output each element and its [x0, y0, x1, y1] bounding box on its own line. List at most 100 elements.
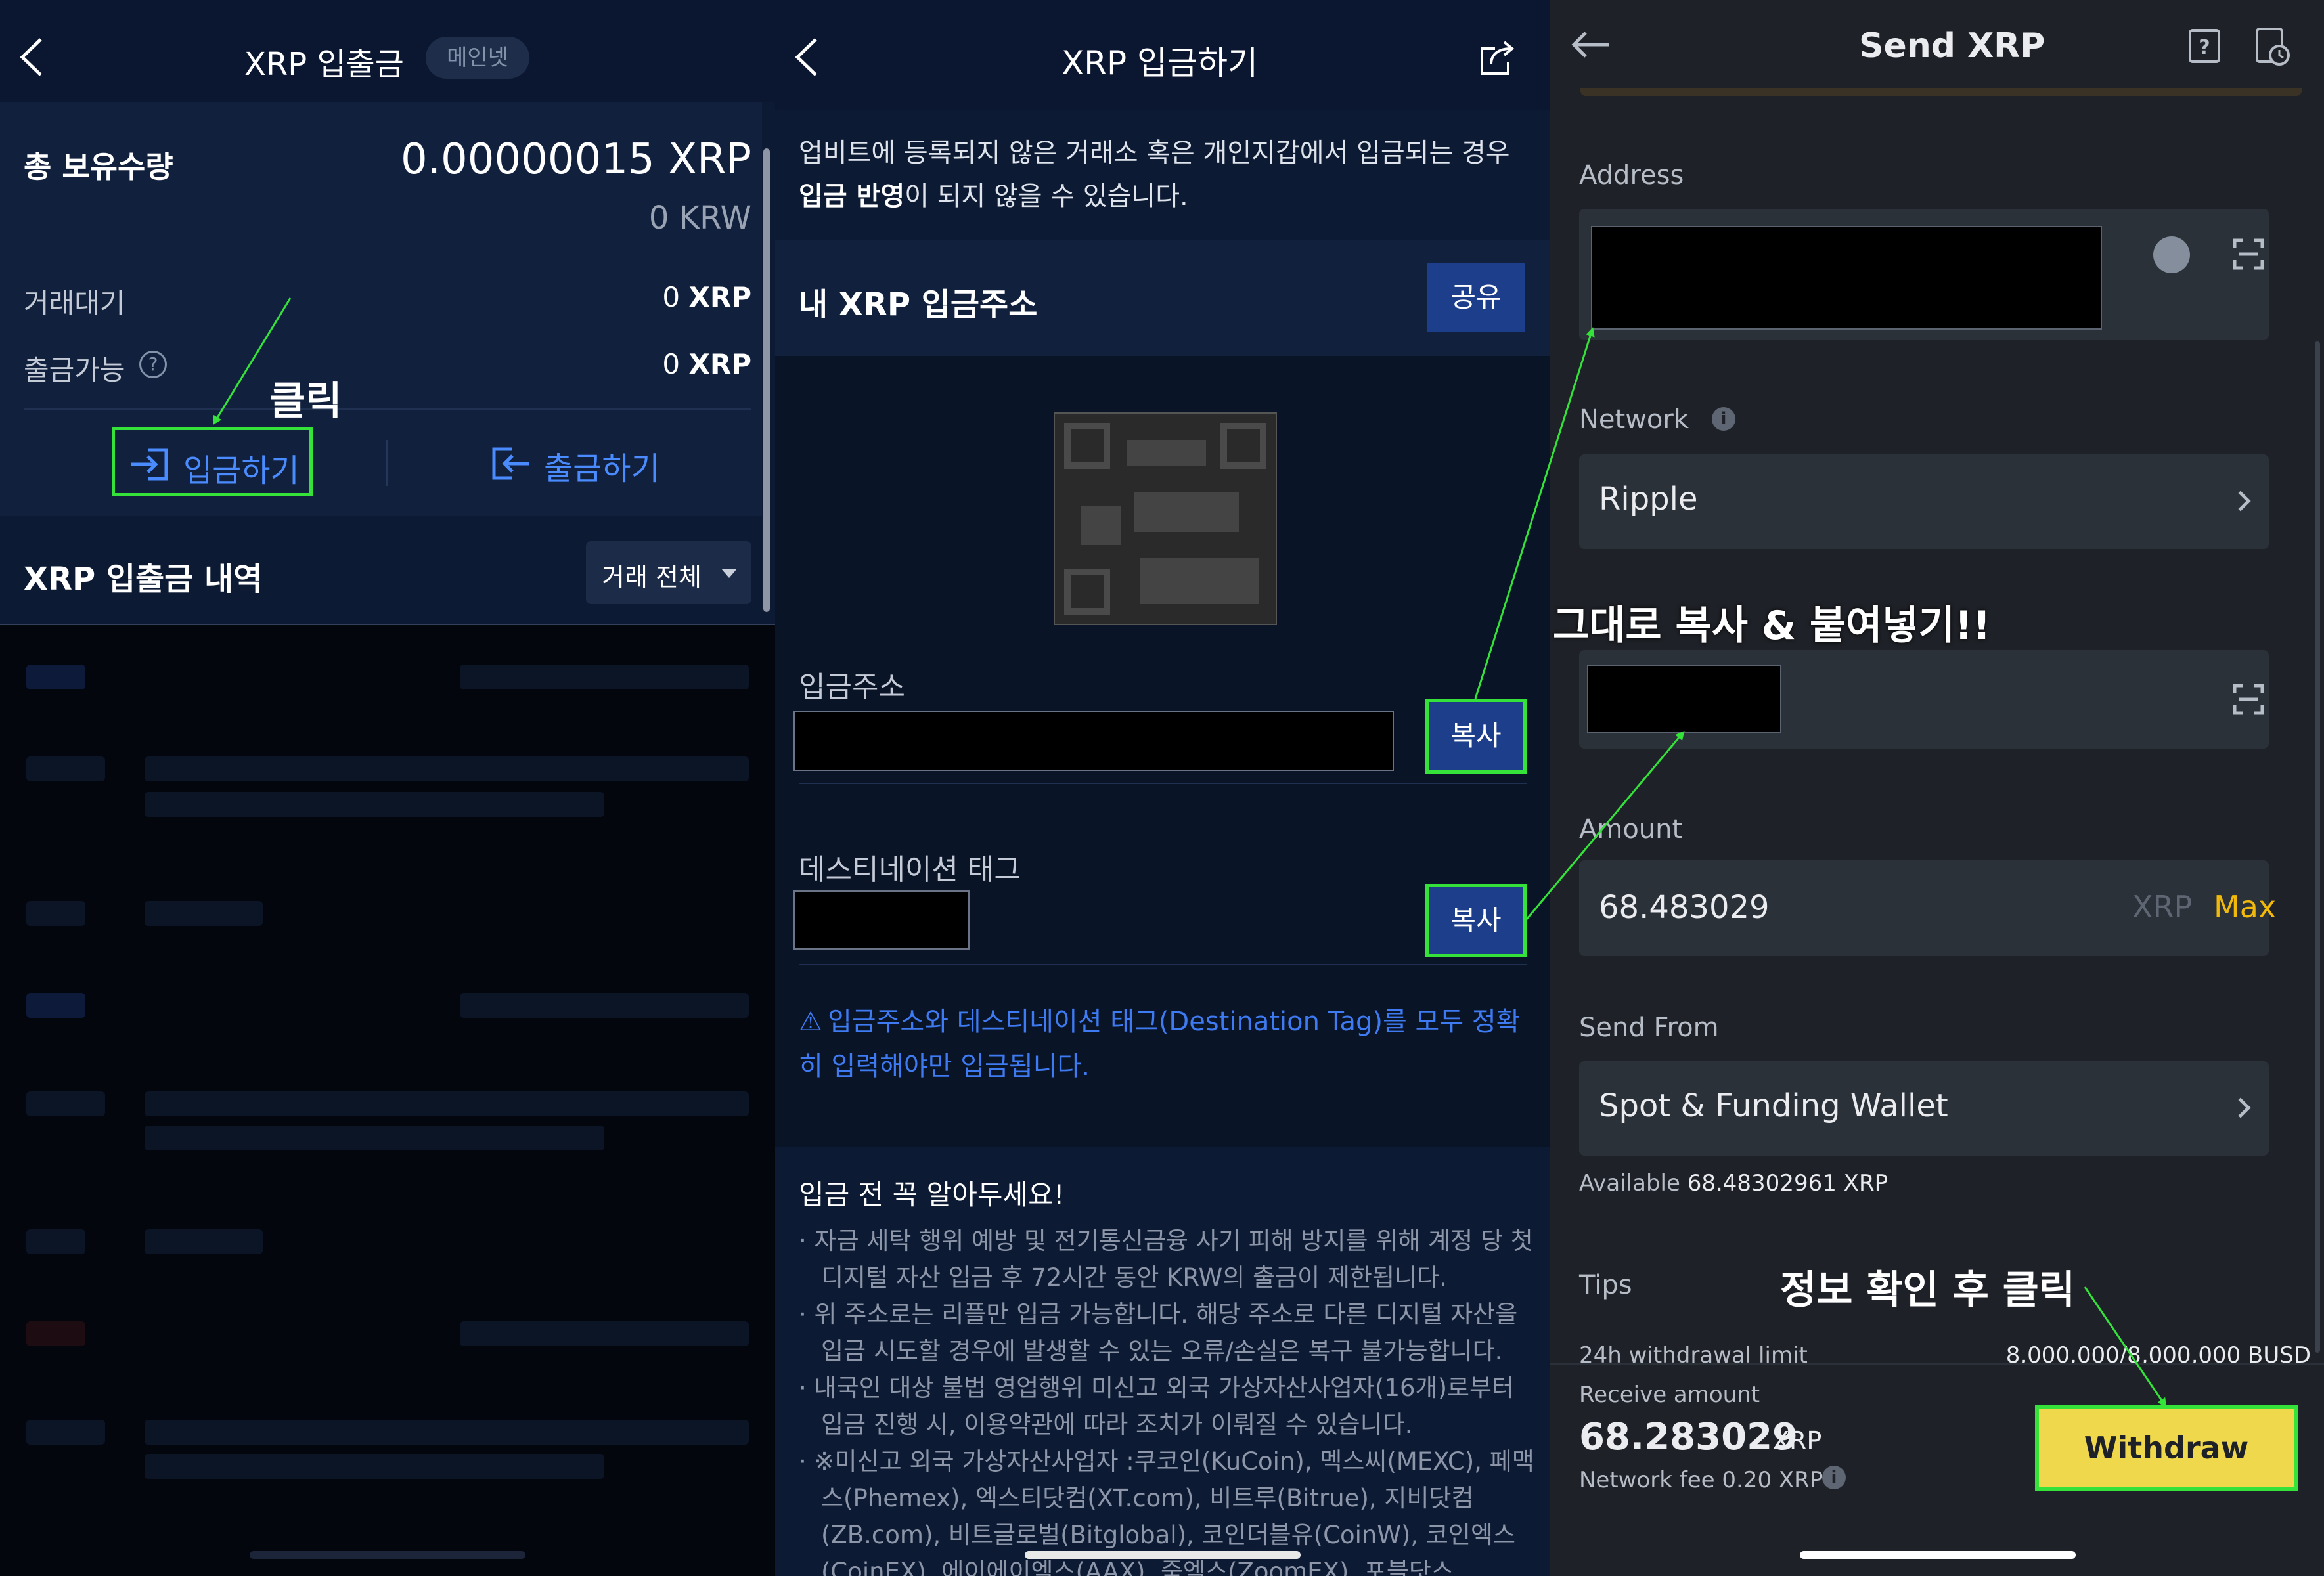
page-title: XRP 입금하기 — [1061, 44, 1259, 82]
receive-amount-unit: XRP — [1772, 1426, 1822, 1455]
divider — [799, 783, 1527, 784]
copy-tag-button[interactable]: 복사 — [1425, 884, 1527, 957]
binance-send-xrp-screen: Send XRP ? Address Network i Ripple 그대로 … — [1550, 0, 2324, 1576]
header-divider — [1580, 88, 2302, 96]
copy-address-button[interactable]: 복사 — [1425, 699, 1527, 774]
scan-icon[interactable] — [2232, 683, 2265, 716]
upbit-deposit-screen: XRP 입금하기 업비트에 등록되지 않은 거래소 혹은 개인지갑에서 입금되는… — [775, 0, 1550, 1576]
redacted-row — [145, 1126, 604, 1150]
network-label: Network — [1579, 405, 1689, 435]
annotation-copy-paste: 그대로 복사 & 붙여넣기!! — [1553, 603, 1991, 649]
info-icon[interactable]: i — [1822, 1466, 1846, 1489]
qr-module — [1134, 492, 1239, 532]
history-title: XRP 입출금 내역 — [24, 561, 263, 598]
redacted-row — [145, 792, 604, 817]
receive-amount-label: Receive amount — [1579, 1382, 1760, 1408]
scan-icon[interactable] — [2232, 238, 2265, 271]
network-badge: 메인넷 — [426, 37, 529, 79]
share-button[interactable]: 공유 — [1427, 263, 1525, 332]
deposit-address-label: 입금주소 — [799, 670, 905, 704]
redacted-row — [145, 756, 749, 781]
back-arrow-icon[interactable] — [14, 34, 54, 80]
home-indicator — [1800, 1551, 2076, 1559]
available-balance: Available 68.48302961 XRP — [1579, 1170, 1888, 1196]
withdraw-button[interactable]: 출금하기 — [487, 439, 684, 489]
filter-label: 거래 전체 — [602, 563, 702, 592]
redacted-row — [145, 1091, 749, 1116]
available-value: 0 XRP — [662, 348, 751, 380]
history-filter-dropdown[interactable]: 거래 전체 — [586, 541, 751, 604]
annotation-check-and-click: 정보 확인 후 클릭 — [1780, 1267, 2076, 1313]
address-label: Address — [1579, 160, 1684, 190]
amount-label: Amount — [1579, 814, 1683, 844]
redacted-row — [26, 993, 85, 1018]
qr-finder — [1064, 569, 1110, 615]
scrollbar[interactable] — [2315, 341, 2320, 1353]
receive-amount-value: 68.283029 — [1579, 1416, 1798, 1458]
amount-value[interactable]: 68.483029 — [1599, 889, 1770, 926]
redacted-row — [145, 1454, 604, 1479]
deposit-icon — [131, 448, 168, 481]
history-list-redacted — [0, 624, 775, 1576]
network-fee: Network fee 0.20 XRP — [1579, 1467, 1823, 1493]
redacted-row — [460, 1321, 749, 1346]
redacted-row — [26, 1091, 105, 1116]
deposit-button[interactable]: 입금하기 — [112, 427, 313, 496]
redacted-row — [145, 1229, 263, 1254]
divider — [799, 964, 1527, 965]
withdraw-button[interactable]: Withdraw — [2035, 1405, 2298, 1491]
deposit-label: 입금하기 — [183, 452, 300, 489]
redacted-row — [26, 665, 85, 690]
qr-module — [1140, 558, 1259, 604]
annotation-click: 클릭 — [269, 378, 342, 424]
redacted-row — [26, 1420, 105, 1445]
home-indicator — [250, 1551, 525, 1559]
withdraw-icon — [492, 447, 529, 480]
send-from-value: Spot & Funding Wallet — [1599, 1087, 1948, 1124]
redacted-row — [26, 901, 85, 926]
notes-list: · 자금 세탁 행위 예방 및 전기통신금융 사기 피해 방지를 위해 계정 당… — [799, 1223, 1534, 1576]
qr-finder — [1064, 423, 1110, 469]
history-icon[interactable] — [2253, 26, 2292, 67]
info-icon[interactable]: i — [1712, 407, 1735, 431]
back-arrow-icon[interactable] — [1569, 26, 1615, 63]
back-arrow-icon[interactable] — [790, 34, 829, 80]
help-icon[interactable]: ? — [2186, 26, 2223, 66]
unregistered-exchange-notice: 업비트에 등록되지 않은 거래소 혹은 개인지갑에서 입금되는 경우 입금 반영… — [799, 138, 1510, 211]
svg-text:?: ? — [2199, 36, 2210, 59]
tips-label: Tips — [1579, 1270, 1632, 1300]
notes-title: 입금 전 꼭 알아두세요! — [799, 1179, 1065, 1211]
upbit-withdraw-deposit-screen: XRP 입출금 메인넷 총 보유수량 0.00000015 XRP 0 KRW … — [0, 0, 775, 1576]
destination-tag-field-redacted — [793, 890, 970, 950]
qr-module — [1127, 440, 1206, 466]
memo-value-redacted — [1587, 665, 1781, 733]
redacted-row — [460, 993, 749, 1018]
redacted-row — [145, 1420, 749, 1445]
caret-down-icon — [721, 569, 737, 578]
page-title: XRP 입출금 — [244, 46, 404, 83]
destination-tag-label: 데스티네이션 태그 — [799, 853, 1021, 886]
address-value-redacted — [1591, 226, 2102, 330]
max-button[interactable]: Max — [2214, 889, 2276, 925]
redacted-row — [26, 1229, 85, 1254]
send-from-label: Send From — [1579, 1013, 1719, 1043]
total-holdings-krw: 0 KRW — [648, 200, 751, 236]
list-item: · 위 주소로는 리플만 입금 가능합니다. 해당 주소로 다른 디지털 자산을… — [799, 1300, 1518, 1365]
address-book-icon[interactable] — [2153, 236, 2190, 273]
address-section-title: 내 XRP 입금주소 — [799, 286, 1038, 323]
scrollbar[interactable] — [763, 148, 770, 612]
pending-label: 거래대기 — [24, 287, 125, 319]
list-item: · 자금 세탁 행위 예방 및 전기통신금융 사기 피해 방지를 위해 계정 당… — [799, 1227, 1533, 1292]
redacted-row — [26, 1321, 85, 1346]
divider — [24, 408, 751, 410]
network-value: Ripple — [1599, 481, 1698, 517]
help-icon[interactable]: ? — [139, 351, 167, 378]
list-item: · 내국인 대상 불법 영업행위 미신고 외국 가상자산사업자(16개)로부터 … — [799, 1374, 1515, 1439]
qr-finder — [1220, 423, 1266, 469]
share-icon[interactable] — [1477, 37, 1519, 79]
destination-tag-warning: ⚠ 입금주소와 데스티네이션 태그(Destination Tag)를 모두 정확… — [799, 999, 1528, 1089]
total-holdings-label: 총 보유수량 — [24, 149, 173, 185]
qr-code-redacted — [1054, 412, 1277, 625]
amount-unit: XRP — [2132, 889, 2193, 925]
qr-module — [1081, 506, 1121, 545]
